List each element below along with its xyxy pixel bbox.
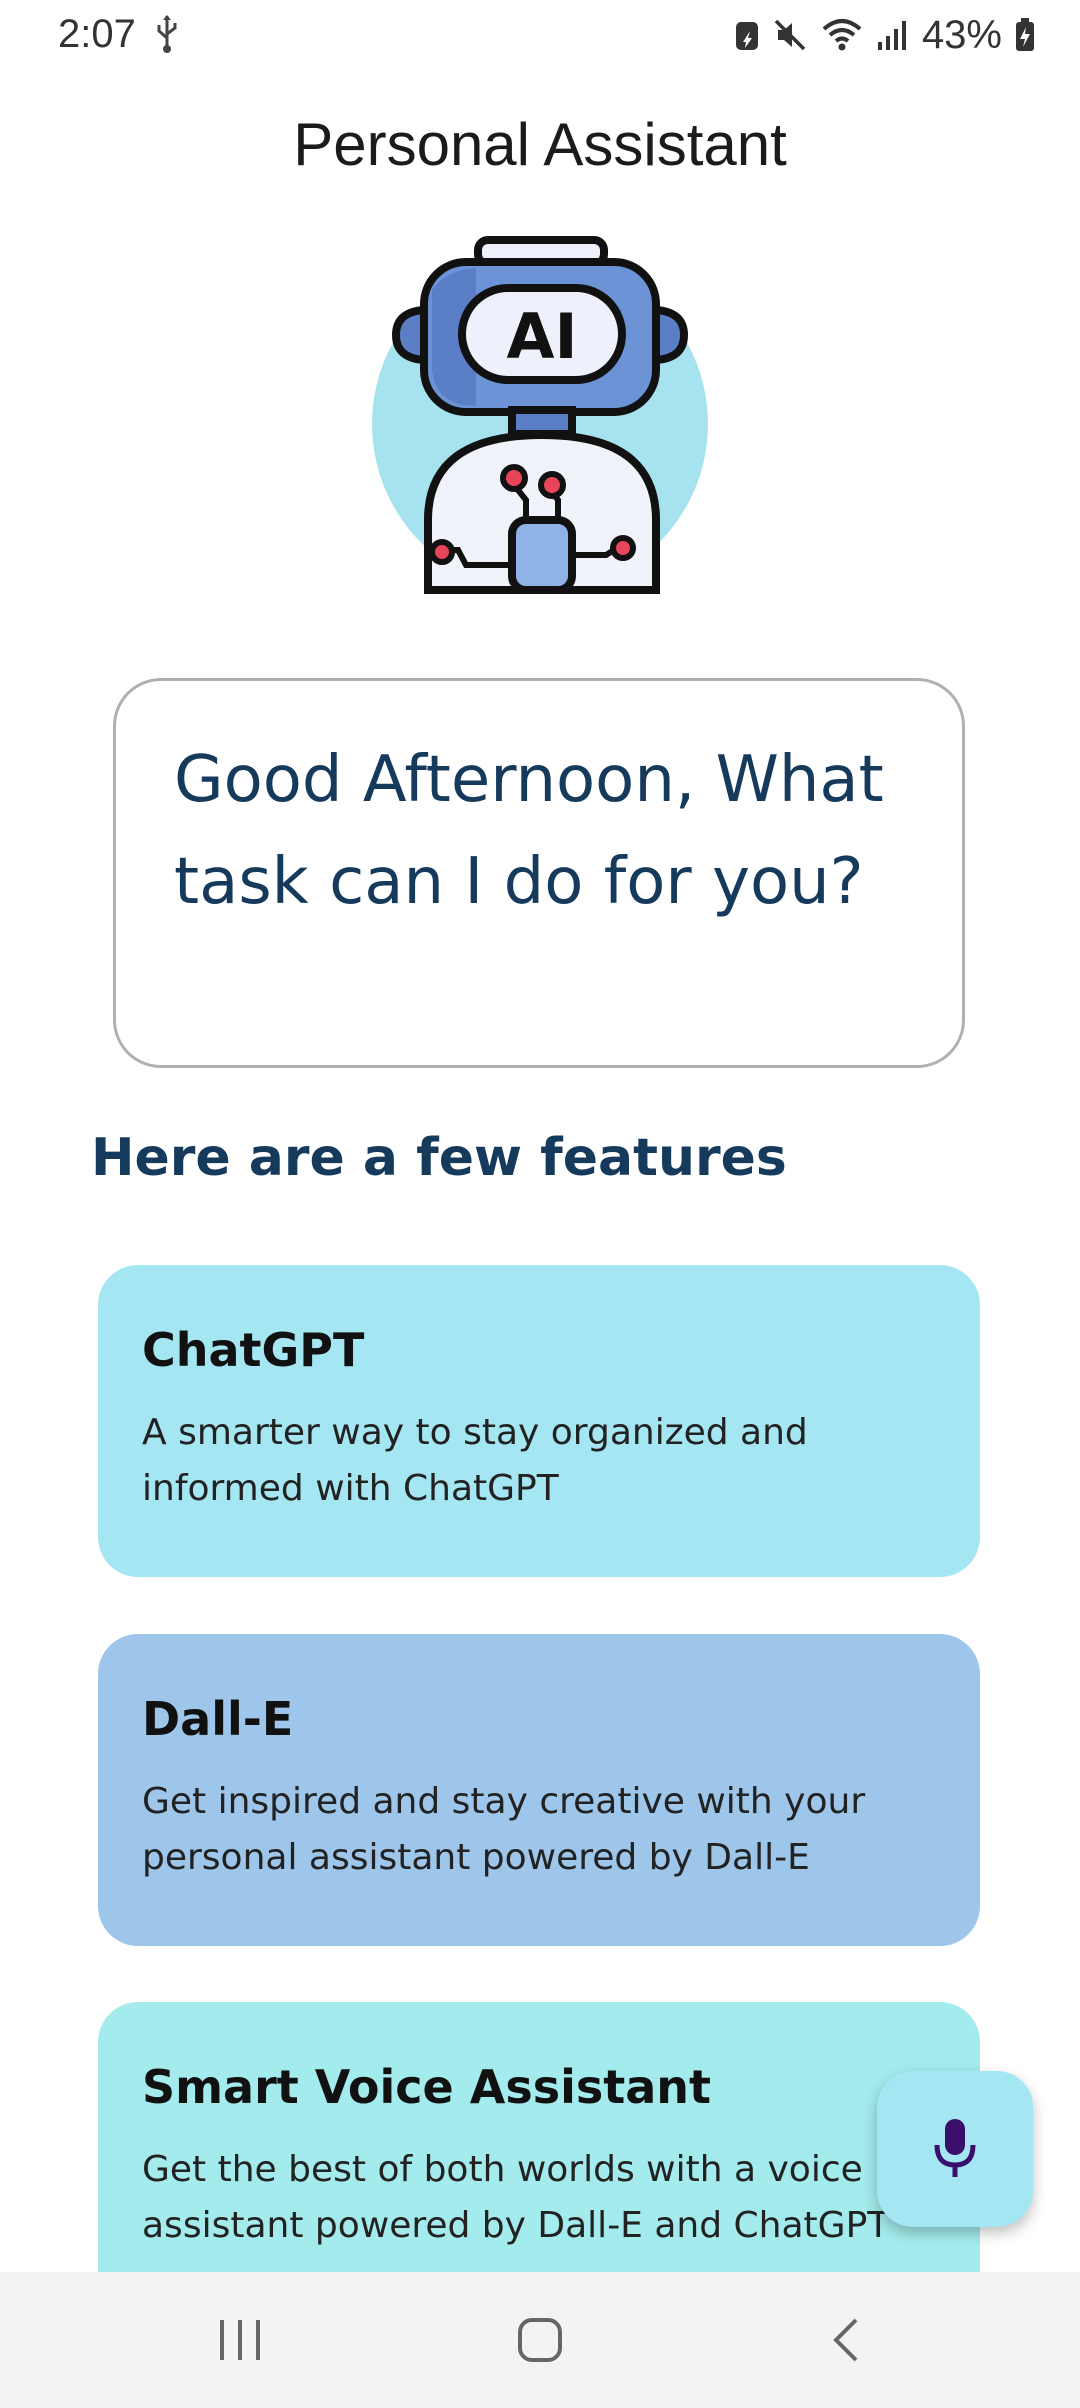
feature-card-dalle[interactable]: Dall-E Get inspired and stay creative wi… (98, 1634, 980, 1946)
status-time: 2:07 (58, 12, 136, 56)
battery-percentage: 43% (921, 12, 1002, 57)
greeting-card: Good Afternoon, What task can I do for y… (113, 678, 965, 1068)
robot-ai-icon: AI (372, 236, 708, 594)
mute-icon (774, 19, 806, 51)
recent-apps-icon (220, 2320, 260, 2360)
features-heading: Here are a few features (91, 1128, 787, 1188)
feature-title: Smart Voice Assistant (142, 2060, 712, 2114)
home-icon (518, 2318, 562, 2362)
wifi-icon (822, 19, 862, 51)
feature-description: A smarter way to stay organized and info… (142, 1412, 808, 1509)
feature-description: Get the best of both worlds with a voice… (142, 2149, 890, 2246)
feature-card-chatgpt[interactable]: ChatGPT A smarter way to stay organized … (98, 1265, 980, 1577)
svg-text:AI: AI (506, 300, 577, 373)
greeting-text: Good Afternoon, What task can I do for y… (174, 743, 884, 919)
back-button[interactable] (805, 2310, 885, 2370)
signal-icon (877, 21, 906, 50)
battery-charging-icon (1016, 18, 1034, 51)
navigation-bar (0, 2272, 1080, 2408)
data-saver-icon (735, 22, 758, 50)
feature-title: ChatGPT (142, 1323, 365, 1377)
app-title: Personal Assistant (293, 111, 787, 178)
feature-title: Dall-E (142, 1692, 294, 1746)
microphone-button[interactable] (877, 2071, 1033, 2227)
usb-icon (157, 15, 177, 53)
recent-apps-button[interactable] (200, 2310, 280, 2370)
microphone-icon (934, 2119, 976, 2177)
back-icon (833, 2318, 858, 2362)
status-bar: 2:07 43% (0, 0, 1080, 70)
home-button[interactable] (500, 2310, 580, 2370)
feature-description: Get inspired and stay creative with your… (142, 1781, 866, 1878)
